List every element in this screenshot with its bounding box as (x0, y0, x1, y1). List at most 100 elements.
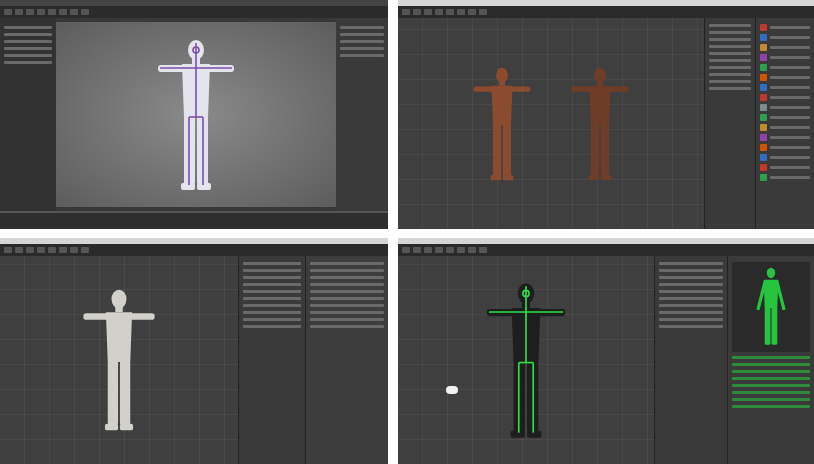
panel-row[interactable] (659, 311, 723, 314)
tool-button[interactable] (26, 9, 34, 15)
viewport[interactable] (0, 256, 238, 464)
panel-row[interactable] (310, 297, 384, 300)
panel-row[interactable] (659, 325, 723, 328)
asset-row[interactable] (760, 24, 810, 31)
panel-row[interactable] (659, 290, 723, 293)
viewport[interactable] (398, 256, 654, 464)
panel-row[interactable] (310, 290, 384, 293)
asset-row[interactable] (760, 134, 810, 141)
toolbar[interactable] (0, 244, 388, 256)
tool-button[interactable] (479, 247, 487, 253)
toolbar[interactable] (0, 6, 388, 18)
panel-row[interactable] (243, 283, 301, 286)
outliner-row[interactable] (4, 47, 52, 50)
tool-button[interactable] (457, 247, 465, 253)
timeline[interactable] (0, 211, 388, 229)
asset-row[interactable] (760, 174, 810, 181)
asset-row[interactable] (760, 54, 810, 61)
panel-row[interactable] (310, 276, 384, 279)
outliner-row[interactable] (4, 26, 52, 29)
tool-button[interactable] (70, 247, 78, 253)
panel-row[interactable] (310, 325, 384, 328)
tool-button[interactable] (15, 9, 23, 15)
tool-button[interactable] (402, 247, 410, 253)
panel-row[interactable] (709, 73, 751, 76)
viewport[interactable] (398, 18, 704, 229)
asset-row[interactable] (760, 34, 810, 41)
bone-row[interactable] (732, 405, 810, 408)
tool-button[interactable] (468, 9, 476, 15)
panel-row[interactable] (659, 283, 723, 286)
light-icon[interactable] (446, 386, 458, 394)
outliner-row[interactable] (4, 61, 52, 64)
asset-row[interactable] (760, 144, 810, 151)
panel-row[interactable] (709, 24, 751, 27)
channel-row[interactable] (340, 40, 384, 43)
tool-button[interactable] (457, 9, 465, 15)
tool-button[interactable] (424, 9, 432, 15)
tool-button[interactable] (468, 247, 476, 253)
tool-button[interactable] (59, 9, 67, 15)
bone-row[interactable] (732, 370, 810, 373)
panel-row[interactable] (659, 262, 723, 265)
tool-button[interactable] (435, 247, 443, 253)
tool-button[interactable] (37, 9, 45, 15)
panel-row[interactable] (659, 269, 723, 272)
character-model[interactable] (560, 64, 640, 184)
panel-row[interactable] (709, 87, 751, 90)
tool-button[interactable] (26, 247, 34, 253)
panel-row[interactable] (243, 276, 301, 279)
tool-button[interactable] (4, 9, 12, 15)
panel-row[interactable] (310, 283, 384, 286)
asset-row[interactable] (760, 64, 810, 71)
character-model[interactable] (456, 278, 596, 443)
panel-row[interactable] (243, 262, 301, 265)
panel-row[interactable] (243, 304, 301, 307)
asset-row[interactable] (760, 104, 810, 111)
panel-row[interactable] (243, 269, 301, 272)
outliner-row[interactable] (4, 33, 52, 36)
tool-button[interactable] (37, 247, 45, 253)
panel-row[interactable] (659, 297, 723, 300)
asset-row[interactable] (760, 124, 810, 131)
bone-row[interactable] (732, 398, 810, 401)
channel-row[interactable] (340, 54, 384, 57)
tool-button[interactable] (81, 247, 89, 253)
tool-button[interactable] (446, 247, 454, 253)
asset-row[interactable] (760, 84, 810, 91)
tool-button[interactable] (479, 9, 487, 15)
tool-button[interactable] (413, 247, 421, 253)
panel-row[interactable] (709, 38, 751, 41)
asset-row[interactable] (760, 44, 810, 51)
panel-row[interactable] (243, 325, 301, 328)
toolbar[interactable] (398, 6, 814, 18)
bone-row[interactable] (732, 377, 810, 380)
panel-row[interactable] (709, 59, 751, 62)
tool-button[interactable] (48, 247, 56, 253)
tool-button[interactable] (4, 247, 12, 253)
tool-button[interactable] (81, 9, 89, 15)
tool-button[interactable] (15, 247, 23, 253)
bone-row[interactable] (732, 363, 810, 366)
tool-button[interactable] (59, 247, 67, 253)
panel-row[interactable] (243, 311, 301, 314)
panel-row[interactable] (709, 31, 751, 34)
tool-button[interactable] (446, 9, 454, 15)
tool-button[interactable] (435, 9, 443, 15)
panel-row[interactable] (310, 262, 384, 265)
channel-row[interactable] (340, 47, 384, 50)
outliner-row[interactable] (4, 40, 52, 43)
panel-row[interactable] (709, 45, 751, 48)
outliner-row[interactable] (4, 54, 52, 57)
character-model[interactable] (141, 35, 251, 195)
panel-row[interactable] (659, 276, 723, 279)
tool-button[interactable] (70, 9, 78, 15)
toolbar[interactable] (398, 244, 814, 256)
panel-row[interactable] (659, 304, 723, 307)
panel-row[interactable] (310, 318, 384, 321)
panel-row[interactable] (243, 290, 301, 293)
tool-button[interactable] (48, 9, 56, 15)
viewport[interactable] (56, 22, 336, 207)
tool-button[interactable] (402, 9, 410, 15)
asset-row[interactable] (760, 94, 810, 101)
